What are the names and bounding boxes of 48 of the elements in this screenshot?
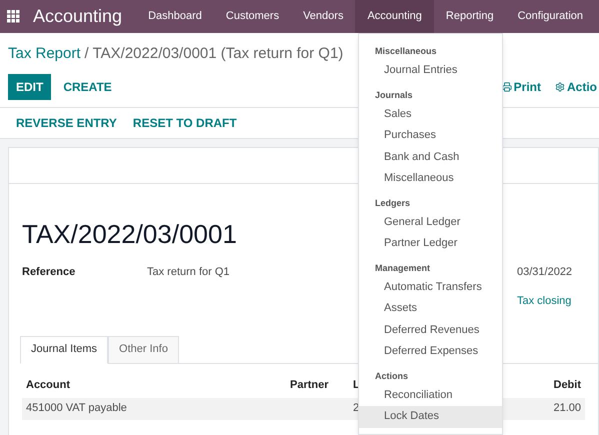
column-header: Account xyxy=(26,378,71,394)
menu-item[interactable]: Deferred Revenues xyxy=(359,320,502,341)
form-tab[interactable]: Journal Items xyxy=(20,336,108,364)
menu-item[interactable]: Journal Entries xyxy=(359,60,502,82)
menu-item[interactable]: Sales xyxy=(359,104,502,125)
menu-item[interactable]: Automatic Transfers xyxy=(359,276,502,298)
nav-menu-item[interactable]: Customers xyxy=(214,0,292,33)
create-button[interactable]: CREATE xyxy=(55,74,120,100)
status-action-button[interactable]: REVERSE ENTRY xyxy=(8,114,125,132)
menu-section-heading: Management xyxy=(374,262,432,275)
nav-menu-item[interactable]: Configuration xyxy=(506,0,596,33)
app-title: Accounting xyxy=(33,5,122,28)
settings-icon xyxy=(555,82,565,92)
menu-item[interactable]: Partner Ledger xyxy=(359,233,502,254)
form-tab[interactable]: Other Info xyxy=(108,336,179,364)
menu-item[interactable]: Miscellaneous xyxy=(359,168,502,190)
edit-button[interactable]: EDIT xyxy=(8,74,52,100)
print-button[interactable]: Print xyxy=(502,78,541,96)
breadcrumb-current: / TAX/2022/03/0001 (Tax return for Q1) xyxy=(84,44,344,64)
menu-section-heading: Miscellaneous xyxy=(374,45,438,58)
date-value: 03/31/2022 xyxy=(517,264,574,280)
action-button[interactable]: Actio xyxy=(555,78,597,96)
menu-section-heading: Ledgers xyxy=(374,196,412,210)
apps-grid-icon[interactable] xyxy=(7,10,20,23)
breadcrumb-link[interactable]: Tax Report xyxy=(8,43,81,66)
menu-item[interactable]: General Ledger xyxy=(359,212,502,233)
menu-item[interactable]: Assets xyxy=(359,298,502,320)
status-action-button[interactable]: RESET TO DRAFT xyxy=(124,114,245,132)
nav-menu-item[interactable]: Accounting xyxy=(355,0,434,33)
menu-item[interactable]: Reconciliation xyxy=(359,384,502,406)
menu-section-heading: Journals xyxy=(374,88,414,102)
field-label: Reference xyxy=(22,264,76,280)
column-header: Partner xyxy=(290,378,330,394)
journal-link[interactable]: Tax closing xyxy=(517,293,585,310)
nav-menu-item[interactable]: Vendors xyxy=(291,0,356,33)
table-cell-text: 451000 VAT payable xyxy=(26,401,128,416)
menu-item[interactable]: Deferred Expenses xyxy=(359,341,502,362)
nav-menu-item[interactable]: Reporting xyxy=(434,0,506,33)
menu-item[interactable]: Lock Dates xyxy=(359,406,502,428)
nav-menu-item[interactable]: Dashboard xyxy=(136,0,214,33)
printer-icon xyxy=(502,82,512,92)
record-title: TAX/2022/03/0001 xyxy=(22,218,237,250)
table-cell-text: 21.00 xyxy=(553,401,581,416)
menu-item[interactable]: Bank and Cash xyxy=(359,146,502,168)
field-value: Tax return for Q1 xyxy=(147,264,230,280)
column-header: Debit xyxy=(554,378,581,394)
menu-item[interactable]: Purchases xyxy=(359,125,502,146)
menu-section-heading: Actions xyxy=(374,370,410,383)
